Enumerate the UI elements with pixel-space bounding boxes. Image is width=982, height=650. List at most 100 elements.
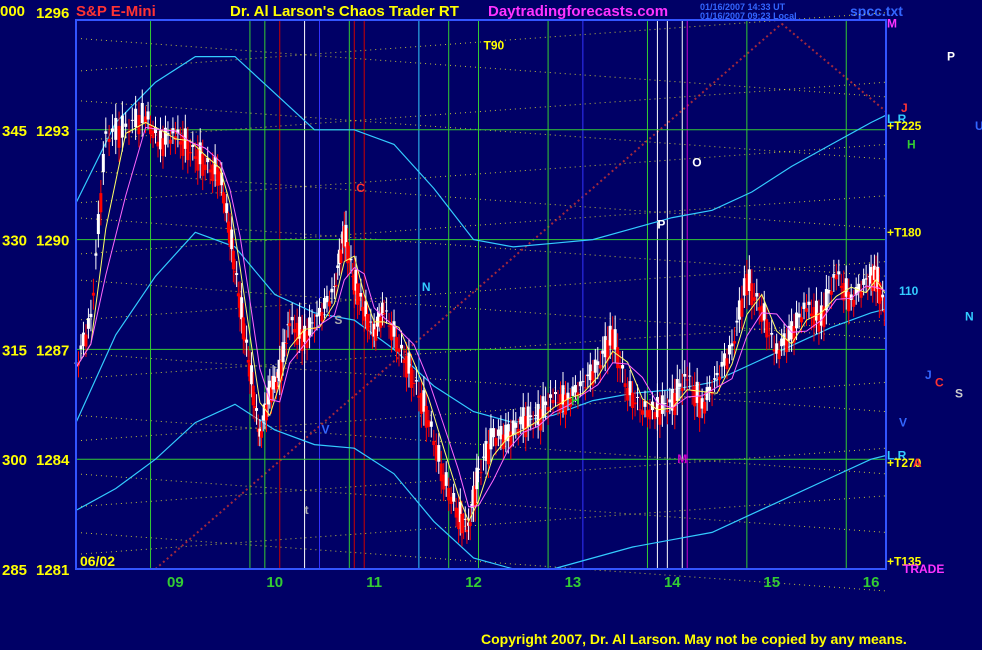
price-bar-body <box>804 308 808 312</box>
price-bar-body <box>146 111 150 120</box>
price-bar-body <box>412 382 416 384</box>
price-bar-body <box>598 365 602 369</box>
price-bar-body <box>765 319 769 338</box>
price-bar-body <box>544 401 548 406</box>
price-bar-body <box>231 250 235 270</box>
price-bar-body <box>475 467 479 490</box>
y-axis-angle-label: 345 <box>2 123 27 140</box>
price-bar-body <box>94 253 98 256</box>
price-bar-body <box>680 387 684 391</box>
y-axis-angle-label: 315 <box>2 342 27 359</box>
price-bar-body <box>554 391 558 395</box>
right-edge-label: +T225 <box>887 119 922 133</box>
right-edge-label: S <box>955 386 963 400</box>
price-bar-body <box>452 493 456 502</box>
price-bar-body <box>713 378 717 380</box>
price-bar-body <box>546 407 550 411</box>
y-axis-angle-label: 285 <box>2 562 27 579</box>
price-bar-body <box>879 297 883 301</box>
price-bar-body <box>578 381 582 387</box>
price-bar-body <box>755 293 759 297</box>
price-bar-body <box>134 108 138 128</box>
price-bar-body <box>715 372 719 376</box>
price-bar-body <box>777 350 781 360</box>
red-channel-line <box>781 22 887 113</box>
price-bar-body <box>740 298 744 317</box>
price-bar-body <box>432 441 436 446</box>
price-bar-body <box>621 365 625 369</box>
price-bar-body <box>762 303 766 321</box>
price-bar-body <box>288 323 292 327</box>
chart-annotation: O <box>692 155 701 169</box>
right-edge-label: H <box>907 137 916 151</box>
price-bar-body <box>101 153 105 173</box>
price-bar-body <box>359 292 363 297</box>
price-bar-body <box>414 380 418 382</box>
price-bar-body <box>583 387 587 389</box>
chart-annotation: P <box>657 218 665 232</box>
x-axis-tick-label: 10 <box>266 574 283 591</box>
price-bar-body <box>230 229 234 250</box>
price-bar-body <box>356 283 360 305</box>
price-bar-body <box>120 115 124 138</box>
chart-annotation: C <box>356 181 365 195</box>
price-bar-body <box>246 359 250 363</box>
price-bar-body <box>479 472 483 474</box>
price-bar-body <box>703 401 707 414</box>
price-bar-body <box>529 415 533 418</box>
price-bar-body <box>96 214 100 235</box>
price-bar-body <box>613 329 617 350</box>
price-bar-body <box>770 333 774 335</box>
price-bar-body <box>852 299 856 307</box>
price-bar-body <box>281 342 285 363</box>
price-bar-body <box>514 422 518 428</box>
y-axis-price-label: 1281 <box>36 562 69 579</box>
price-bar-body <box>392 321 396 337</box>
price-bar-body <box>240 297 244 320</box>
price-bar-body <box>641 410 645 415</box>
price-bar-body <box>460 513 464 534</box>
right-edge-label: A <box>913 456 922 470</box>
price-bar-body <box>752 297 756 301</box>
price-bar-body <box>140 102 144 124</box>
chart-annotation: V <box>321 423 329 437</box>
price-bar-body <box>203 164 207 171</box>
price-bar-body <box>800 317 804 323</box>
price-bar-body <box>221 192 225 204</box>
price-bar-body <box>114 117 118 140</box>
price-bar-body <box>573 385 577 393</box>
channel-line <box>75 352 887 413</box>
channel-line <box>75 81 887 142</box>
x-axis-tick-label: 16 <box>863 574 880 591</box>
price-bar-body <box>397 348 401 353</box>
price-bar-body <box>685 379 689 381</box>
price-bar-body <box>310 322 314 324</box>
price-bar-body <box>357 297 361 301</box>
right-edge-label: M <box>887 17 897 31</box>
price-bar-body <box>837 271 841 275</box>
price-bar-body <box>549 394 553 398</box>
chart-annotation: T90 <box>483 38 504 52</box>
price-bar-body <box>274 381 278 390</box>
price-bar-body <box>829 291 833 295</box>
price-bar-body <box>551 399 555 404</box>
right-edge-label: N <box>965 309 974 323</box>
price-bar-body <box>89 313 93 318</box>
price-bar-body <box>802 302 806 309</box>
price-bar-body <box>862 279 866 285</box>
price-bar-body <box>730 343 734 347</box>
price-bar-body <box>320 312 324 322</box>
price-bar-body <box>253 405 257 409</box>
price-bar-body <box>327 301 331 307</box>
y-axis-price-label: 1284 <box>36 452 70 469</box>
price-bar-body <box>437 445 441 462</box>
price-bar-body <box>110 128 114 132</box>
x-axis-tick-label: 11 <box>366 574 382 591</box>
price-bar-body <box>665 410 669 413</box>
price-bar-body <box>725 358 729 370</box>
price-bar-body <box>718 376 722 381</box>
right-edge-label: U <box>975 119 982 133</box>
x-axis-tick-label: 13 <box>565 574 582 591</box>
price-bar-body <box>336 265 340 269</box>
price-bar-body <box>235 273 239 275</box>
